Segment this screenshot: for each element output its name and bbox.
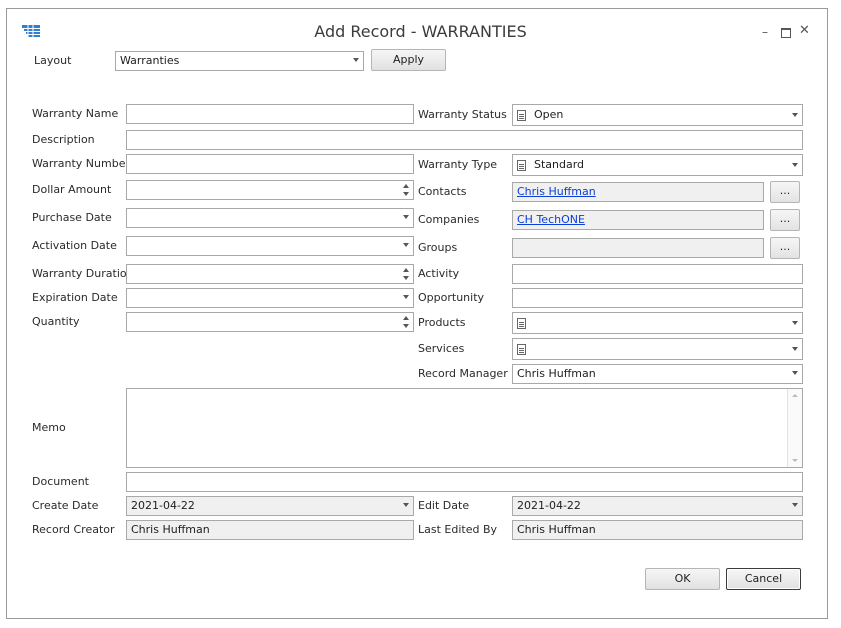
expiration-date-label: Expiration Date xyxy=(32,291,118,304)
minimize-icon[interactable]: – xyxy=(762,25,768,39)
contacts-field: Chris Huffman xyxy=(512,182,764,202)
dollar-amount-label: Dollar Amount xyxy=(32,183,112,196)
memo-label: Memo xyxy=(32,421,66,434)
create-date-field: 2021-04-22 xyxy=(126,496,414,516)
create-date-label: Create Date xyxy=(32,499,99,512)
spin-down-icon[interactable] xyxy=(403,192,409,196)
purchase-date-picker[interactable] xyxy=(126,208,414,228)
memo-scrollbar[interactable] xyxy=(787,389,802,467)
chevron-down-icon xyxy=(403,215,409,219)
edit-date-value: 2021-04-22 xyxy=(517,499,581,512)
chevron-down-icon xyxy=(792,347,798,351)
spin-up-icon[interactable] xyxy=(403,184,409,188)
chevron-down-icon xyxy=(792,113,798,117)
edit-date-field: 2021-04-22 xyxy=(512,496,803,516)
spin-down-icon[interactable] xyxy=(403,276,409,280)
chevron-down-icon xyxy=(792,163,798,167)
scroll-up-icon[interactable] xyxy=(792,394,798,397)
record-creator-field: Chris Huffman xyxy=(126,520,414,540)
warranty-type-label: Warranty Type xyxy=(418,158,498,171)
activation-date-label: Activation Date xyxy=(32,239,117,252)
record-manager-value: Chris Huffman xyxy=(517,367,596,380)
spin-down-icon[interactable] xyxy=(403,324,409,328)
contacts-browse-button[interactable]: ... xyxy=(770,181,800,203)
document-icon xyxy=(517,343,526,355)
create-date-value: 2021-04-22 xyxy=(131,499,195,512)
products-label: Products xyxy=(418,316,466,329)
warranty-duration-label: Warranty Duration xyxy=(32,267,134,280)
warranty-status-select[interactable]: Open xyxy=(512,104,803,126)
apply-button[interactable]: Apply xyxy=(371,49,446,71)
companies-browse-button[interactable]: ... xyxy=(770,209,800,231)
quantity-stepper[interactable] xyxy=(126,312,414,332)
chevron-down-icon xyxy=(403,503,409,507)
record-creator-label: Record Creator xyxy=(32,523,115,536)
cancel-button[interactable]: Cancel xyxy=(726,568,801,590)
document-icon xyxy=(517,159,526,171)
chevron-down-icon xyxy=(403,295,409,299)
opportunity-label: Opportunity xyxy=(418,291,485,304)
activation-date-picker[interactable] xyxy=(126,236,414,256)
warranty-name-label: Warranty Name xyxy=(32,107,119,120)
warranty-duration-stepper[interactable] xyxy=(126,264,414,284)
warranty-name-input[interactable] xyxy=(126,104,414,124)
warranty-status-value: Open xyxy=(534,108,564,121)
chevron-down-icon xyxy=(792,371,798,375)
chevron-down-icon xyxy=(403,243,409,247)
memo-textarea[interactable] xyxy=(126,388,803,468)
description-label: Description xyxy=(32,133,95,146)
ok-button[interactable]: OK xyxy=(645,568,720,590)
quantity-label: Quantity xyxy=(32,315,80,328)
chevron-down-icon xyxy=(353,58,359,62)
activity-label: Activity xyxy=(418,267,460,280)
groups-label: Groups xyxy=(418,241,458,254)
services-select[interactable] xyxy=(512,338,803,360)
chevron-down-icon xyxy=(792,503,798,507)
layout-label: Layout xyxy=(34,54,72,67)
record-manager-select[interactable]: Chris Huffman xyxy=(512,364,803,384)
dollar-amount-stepper[interactable] xyxy=(126,180,414,200)
warranty-status-label: Warranty Status xyxy=(418,108,507,121)
record-manager-label: Record Manager xyxy=(418,367,508,380)
last-edited-by-field: Chris Huffman xyxy=(512,520,803,540)
description-input[interactable] xyxy=(126,130,803,150)
last-edited-by-label: Last Edited By xyxy=(418,523,498,536)
document-icon xyxy=(517,317,526,329)
document-icon xyxy=(517,109,526,121)
company-link[interactable]: CH TechONE xyxy=(517,213,585,226)
warranty-type-select[interactable]: Standard xyxy=(512,154,803,176)
warranty-type-value: Standard xyxy=(534,158,585,171)
expiration-date-picker[interactable] xyxy=(126,288,414,308)
companies-field: CH TechONE xyxy=(512,210,764,230)
warranty-number-label: Warranty Number xyxy=(32,157,130,170)
products-select[interactable] xyxy=(512,312,803,334)
document-input[interactable] xyxy=(126,472,803,492)
opportunity-input[interactable] xyxy=(512,288,803,308)
companies-label: Companies xyxy=(418,213,480,226)
window-title: Add Record - WARRANTIES xyxy=(314,22,527,41)
activity-input[interactable] xyxy=(512,264,803,284)
warranty-number-input[interactable] xyxy=(126,154,414,174)
purchase-date-label: Purchase Date xyxy=(32,211,112,224)
services-label: Services xyxy=(418,342,465,355)
contacts-label: Contacts xyxy=(418,185,467,198)
contact-link[interactable]: Chris Huffman xyxy=(517,185,596,198)
groups-browse-button[interactable]: ... xyxy=(770,237,800,259)
spin-up-icon[interactable] xyxy=(403,316,409,320)
chevron-down-icon xyxy=(792,321,798,325)
close-icon[interactable]: ✕ xyxy=(799,23,810,38)
document-label: Document xyxy=(32,475,89,488)
spin-up-icon[interactable] xyxy=(403,268,409,272)
layout-select-value: Warranties xyxy=(120,54,180,67)
edit-date-label: Edit Date xyxy=(418,499,470,512)
maximize-icon[interactable] xyxy=(781,28,791,38)
scroll-down-icon[interactable] xyxy=(792,459,798,462)
layout-select[interactable]: Warranties xyxy=(115,51,364,71)
groups-field xyxy=(512,238,764,258)
